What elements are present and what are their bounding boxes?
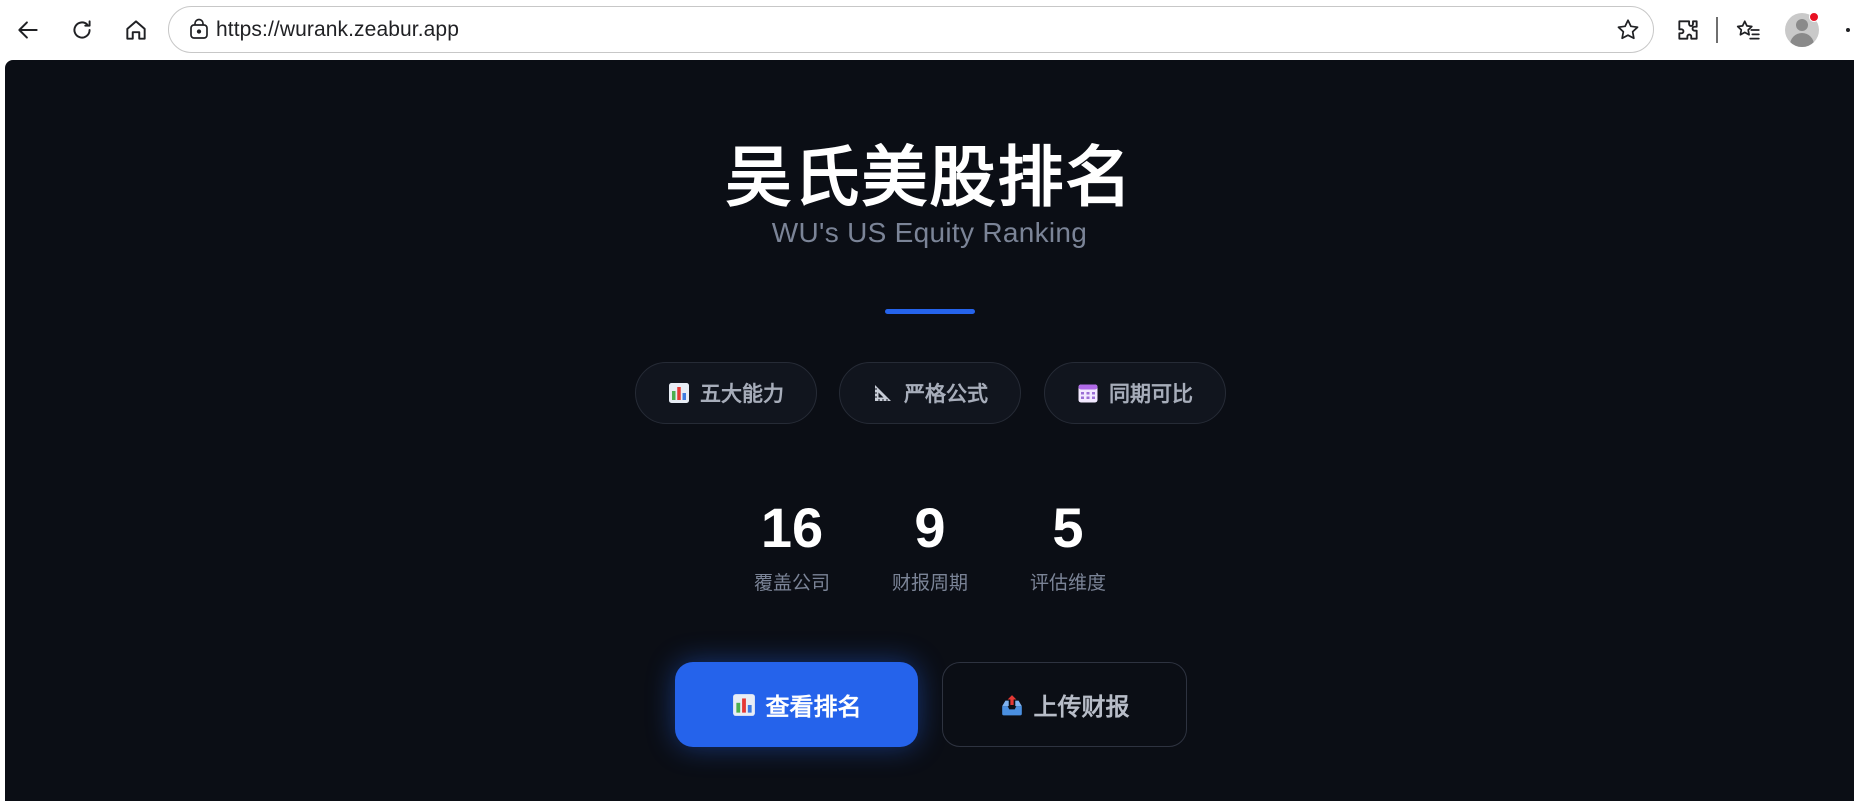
extensions-button[interactable] (1668, 10, 1708, 50)
triangle-ruler-icon (875, 385, 891, 401)
accent-divider (885, 309, 975, 314)
favorites-button[interactable] (1728, 10, 1768, 50)
page-subtitle: WU's US Equity Ranking (771, 217, 1088, 248)
stat-label: 评估维度 (1029, 573, 1106, 594)
extensions-icon (1678, 20, 1698, 40)
stat-value: 16 (760, 496, 824, 559)
browser-toolbar: https://wurank.zeabur.app (0, 0, 1854, 60)
feature-pill-formula: 严格公式 (839, 362, 1021, 424)
url-text[interactable]: https://wurank.zeabur.app (216, 18, 459, 42)
landing-page: 吴氏美股排名 WU's US Equity Ranking 五大能力 严格公式 (5, 60, 1854, 801)
stat-label: 覆盖公司 (753, 573, 830, 594)
view-ranking-button[interactable]: 查看排名 (675, 662, 918, 747)
calendar-icon (1078, 384, 1098, 403)
notification-dot (1809, 12, 1819, 22)
stat-value: 5 (1052, 496, 1084, 559)
lock-icon[interactable] (187, 18, 211, 42)
reload-button[interactable] (62, 10, 102, 50)
back-button[interactable] (8, 10, 48, 50)
stat-dimensions: 5 评估维度 (1008, 498, 1128, 595)
outbox-tray-icon (1001, 694, 1022, 715)
home-icon (126, 20, 146, 40)
avatar-head (1796, 19, 1808, 31)
stat-label: 财报周期 (891, 573, 968, 594)
bar-chart-icon (732, 693, 755, 716)
stat-periods: 9 财报周期 (870, 498, 990, 595)
button-label: 上传财报 (1033, 694, 1130, 721)
feature-pill-comparable: 同期可比 (1044, 362, 1226, 424)
reload-icon (73, 20, 91, 39)
upload-report-button[interactable]: 上传财报 (942, 662, 1187, 747)
home-button[interactable] (116, 10, 156, 50)
more-icon[interactable] (1846, 28, 1850, 32)
back-icon (18, 21, 38, 39)
star-icon[interactable] (1615, 17, 1641, 43)
stat-companies: 16 覆盖公司 (732, 498, 852, 595)
button-label: 查看排名 (765, 694, 862, 721)
feature-label: 严格公式 (904, 383, 988, 406)
feature-label: 五大能力 (700, 383, 784, 406)
address-bar[interactable]: https://wurank.zeabur.app (168, 6, 1654, 53)
favorites-icon (1736, 20, 1760, 40)
avatar-body (1790, 33, 1814, 47)
bar-chart-icon (669, 383, 689, 403)
page-title: 吴氏美股排名 (725, 139, 1134, 216)
stat-value: 9 (914, 496, 946, 559)
feature-pill-abilities: 五大能力 (635, 362, 817, 424)
toolbar-divider (1716, 17, 1718, 43)
feature-label: 同期可比 (1109, 383, 1193, 406)
